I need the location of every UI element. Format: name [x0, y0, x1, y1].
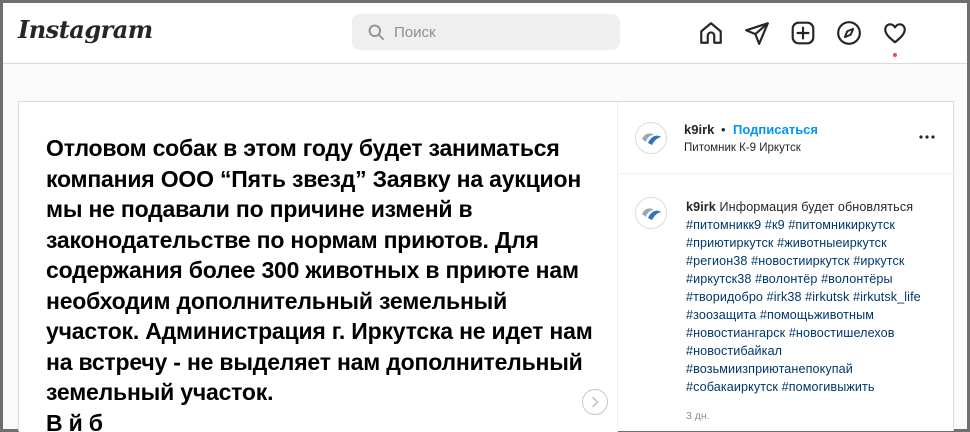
activity-heart-icon[interactable]: [882, 20, 908, 46]
caption-username[interactable]: k9irk: [686, 200, 716, 214]
hashtag-link[interactable]: #помогивыжить: [782, 380, 875, 394]
more-options-icon[interactable]: [917, 130, 937, 142]
search-box[interactable]: [352, 14, 620, 50]
notification-dot: [893, 53, 897, 57]
header-separator: •: [721, 122, 726, 137]
author-avatar[interactable]: [635, 122, 667, 154]
hashtag-link[interactable]: #помощьживотным: [760, 308, 874, 322]
author-username[interactable]: k9irk: [684, 122, 714, 137]
post-image-text-cut-line: В й б: [46, 409, 103, 432]
hashtag-link[interactable]: #питомникиркутск: [788, 218, 895, 232]
hashtag-link[interactable]: #приютиркутск: [686, 236, 774, 250]
hashtag-link[interactable]: #irk38: [767, 290, 802, 304]
direct-message-icon[interactable]: [744, 20, 770, 46]
post-image[interactable]: Отловом собак в этом году будет занимать…: [19, 102, 618, 432]
explore-icon[interactable]: [836, 20, 862, 46]
top-navigation-bar: Instagram: [3, 3, 967, 64]
post-sidebar: k9irk • Подписаться Питомник К-9 Иркутск…: [619, 102, 954, 432]
search-input[interactable]: [394, 14, 604, 50]
caption-body: Информация будет обновляться: [719, 200, 914, 214]
new-post-icon[interactable]: [790, 20, 816, 46]
hashtag-link[interactable]: #новостибайкал: [686, 344, 782, 358]
hashtag-link[interactable]: #творидобро: [686, 290, 763, 304]
hashtag-link[interactable]: #новостиангарск: [686, 326, 785, 340]
caption-text: k9irk Информация будет обновляться #пито…: [686, 198, 942, 396]
hashtag-link[interactable]: #регион38: [686, 254, 748, 268]
hashtag-link[interactable]: #животныеиркутск: [777, 236, 887, 250]
post-image-text-body: Отловом собак в этом году будет занимать…: [46, 135, 593, 405]
hashtag-link[interactable]: #возьмиизприютанепокупай: [686, 362, 853, 376]
hashtag-link[interactable]: #собакаиркутск: [686, 380, 778, 394]
post-location[interactable]: Питомник К-9 Иркутск: [684, 142, 801, 154]
post-timestamp[interactable]: 3 дн.: [686, 410, 710, 422]
post-image-text: Отловом собак в этом году будет занимать…: [46, 133, 606, 432]
hashtag-link[interactable]: #новостишелехов: [789, 326, 895, 340]
search-icon: [368, 24, 384, 40]
follow-button[interactable]: Подписаться: [733, 122, 818, 137]
instagram-logo[interactable]: Instagram: [18, 15, 153, 44]
hashtag-link[interactable]: #irkutsk_life: [853, 290, 921, 304]
post-header: k9irk • Подписаться Питомник К-9 Иркутск: [619, 102, 954, 174]
caption-avatar[interactable]: [635, 197, 667, 229]
chevron-right-icon: [592, 396, 599, 408]
hashtag-link[interactable]: #новостииркутск: [751, 254, 850, 268]
carousel-next-button[interactable]: [582, 389, 608, 415]
hashtag-link[interactable]: #волонтёр: [755, 272, 817, 286]
hashtag-link[interactable]: #иркутск38: [686, 272, 751, 286]
hashtag-link[interactable]: #питомникк9: [686, 218, 761, 232]
hashtag-link[interactable]: #волонтёры: [821, 272, 893, 286]
home-icon[interactable]: [698, 20, 724, 46]
hashtag-list: #питомникк9 #к9 #питомникиркутск #приюти…: [686, 218, 921, 394]
post-card: Отловом собак в этом году будет занимать…: [18, 101, 954, 432]
hashtag-link[interactable]: #иркутск: [853, 254, 904, 268]
hashtag-link[interactable]: #зоозащита: [686, 308, 756, 322]
hashtag-link[interactable]: #irkutsk: [805, 290, 849, 304]
hashtag-link[interactable]: #к9: [765, 218, 785, 232]
